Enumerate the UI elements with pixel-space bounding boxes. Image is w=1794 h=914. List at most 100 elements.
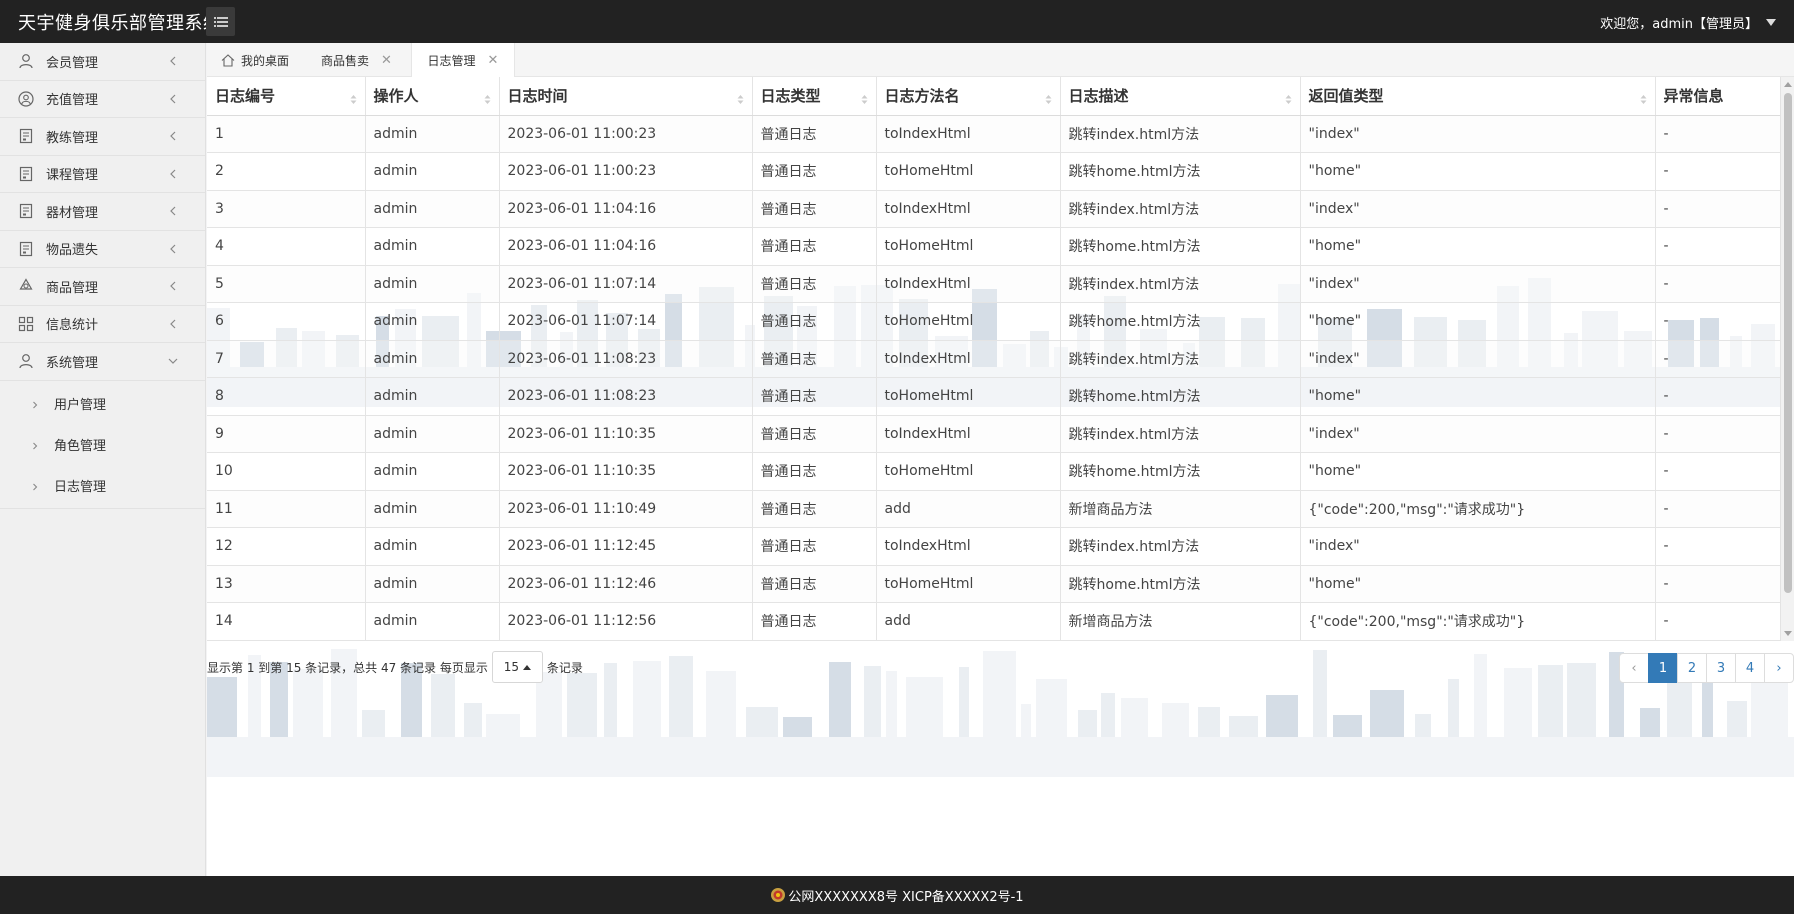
chevron-left-icon: [167, 318, 179, 330]
user-icon: [18, 53, 34, 69]
sort-icon[interactable]: [1640, 91, 1647, 104]
table-row[interactable]: 6 admin 2023-06-01 11:07:14 普通日志 toHomeHtml 跳…: [207, 302, 1781, 341]
chevron-left-icon: [167, 168, 179, 180]
column-header[interactable]: 操作人: [365, 77, 500, 116]
tab-log-management[interactable]: 日志管理 ✕: [411, 43, 515, 78]
table-cell: toIndexHtml: [876, 115, 1061, 153]
sidebar-item-9[interactable]: 系统管理: [0, 343, 205, 381]
column-header[interactable]: 日志时间: [499, 77, 753, 116]
table-row[interactable]: 13 admin 2023-06-01 11:12:46 普通日志 toHomeHtml…: [207, 565, 1781, 603]
user-menu[interactable]: 欢迎您，admin【管理员】: [1600, 13, 1776, 32]
hamburger-icon: [213, 16, 228, 27]
table-row[interactable]: 11 admin 2023-06-01 11:10:49 普通日志 add 新增商品方法{…: [207, 490, 1781, 528]
page-button-4[interactable]: 4: [1735, 653, 1765, 683]
chevron-right-icon: [30, 398, 40, 409]
table-cell: toHomeHtml: [876, 377, 1061, 416]
close-icon[interactable]: ✕: [488, 53, 499, 68]
sidebar-item-1[interactable]: 会员管理: [0, 43, 205, 81]
table-cell: "index": [1300, 415, 1656, 453]
table-cell: 跳转home.html方法: [1060, 377, 1301, 416]
table-cell: 普通日志: [752, 152, 877, 191]
table-cell: -: [1655, 302, 1781, 341]
footer-text: 公网XXXXXXX8号 XICP备XXXXX2号-1: [788, 889, 1024, 905]
table-row[interactable]: 8 admin 2023-06-01 11:08:23 普通日志 toHomeHtml 跳…: [207, 377, 1781, 416]
column-header[interactable]: 日志方法名: [876, 77, 1061, 116]
column-header-label: 日志描述: [1068, 87, 1129, 106]
page-button-1[interactable]: 1: [1648, 653, 1678, 683]
page-size-select[interactable]: 15: [491, 651, 543, 683]
table-cell: "home": [1300, 302, 1656, 341]
scroll-up-icon[interactable]: [1784, 82, 1792, 87]
sidebar-subitem-2[interactable]: 角色管理: [0, 424, 205, 465]
table-cell: 2023-06-01 11:08:23: [499, 340, 753, 378]
sidebar-item-3[interactable]: 教练管理: [0, 118, 205, 156]
table-cell: 跳转index.html方法: [1060, 190, 1301, 228]
table-row[interactable]: 14 admin 2023-06-01 11:12:56 普通日志 add 新增商品方法{…: [207, 602, 1781, 641]
scrollbar-thumb[interactable]: [1784, 93, 1792, 593]
column-header[interactable]: 日志编号: [207, 77, 366, 116]
sidebar-subitem-3[interactable]: 日志管理: [0, 465, 205, 506]
sidebar-item-4[interactable]: 课程管理: [0, 156, 205, 193]
sidebar-item-5[interactable]: 器材管理: [0, 193, 205, 231]
sidebar-subitem-label: 用户管理: [54, 397, 107, 413]
table-row[interactable]: 10 admin 2023-06-01 11:10:35 普通日志 toHomeHtml…: [207, 452, 1781, 491]
table-cell: -: [1655, 227, 1781, 266]
sidebar-item-6[interactable]: 物品遗失: [0, 231, 205, 268]
table-cell: admin: [365, 340, 500, 378]
table-cell: admin: [365, 527, 500, 566]
sidebar-item-8[interactable]: 信息统计: [0, 306, 205, 343]
close-icon[interactable]: ✕: [381, 53, 392, 68]
sort-icon[interactable]: [350, 91, 357, 104]
column-header[interactable]: 日志类型: [752, 77, 877, 116]
table-cell: -: [1655, 152, 1781, 191]
tab-my-desktop[interactable]: 我的桌面: [221, 43, 289, 77]
table-cell: -: [1655, 602, 1781, 641]
table-row[interactable]: 2 admin 2023-06-01 11:00:23 普通日志 toHomeHtml 跳…: [207, 152, 1781, 191]
sort-icon[interactable]: [1285, 91, 1292, 104]
sidebar-item-2[interactable]: 充值管理: [0, 81, 205, 118]
column-header[interactable]: 日志描述: [1060, 77, 1301, 116]
table-cell: toIndexHtml: [876, 190, 1061, 228]
sort-icon[interactable]: [484, 91, 491, 104]
page-button-2[interactable]: 2: [1677, 653, 1707, 683]
sidebar-item-7[interactable]: 商品管理: [0, 268, 205, 306]
tab-bar: 我的桌面 商品售卖 ✕ 日志管理 ✕: [207, 43, 1794, 78]
table-cell: -: [1655, 565, 1781, 603]
caret-down-icon: [1766, 19, 1776, 26]
page-prev-button[interactable]: ‹: [1619, 653, 1649, 683]
doc-icon: [18, 203, 34, 219]
table-row[interactable]: 4 admin 2023-06-01 11:04:16 普通日志 toHomeHtml 跳…: [207, 227, 1781, 266]
column-header[interactable]: 返回值类型: [1300, 77, 1656, 116]
vertical-scrollbar[interactable]: [1780, 77, 1794, 641]
table-cell: admin: [365, 565, 500, 603]
sort-icon[interactable]: [861, 91, 868, 104]
chevron-right-icon: [30, 439, 40, 450]
table-cell: -: [1655, 452, 1781, 491]
log-table: 日志编号 操作人 日志时间 日志类型 日志方法名 日志描述 返回值类型 异常信息 1 admin…: [207, 77, 1781, 641]
table-row[interactable]: 1 admin 2023-06-01 11:00:23 普通日志 toIndexHtml…: [207, 115, 1781, 153]
table-cell: 普通日志: [752, 227, 877, 266]
sort-icon[interactable]: [1045, 91, 1052, 104]
table-cell: "home": [1300, 377, 1656, 416]
scroll-down-icon[interactable]: [1784, 631, 1792, 636]
column-header[interactable]: 异常信息: [1655, 77, 1781, 116]
column-header-label: 日志编号: [215, 87, 276, 106]
table-cell: 9: [207, 415, 366, 453]
sidebar-item-label: 系统管理: [46, 355, 99, 371]
table-cell: admin: [365, 227, 500, 266]
tab-goods-sale[interactable]: 商品售卖 ✕: [321, 43, 392, 77]
sidebar-subitem-1[interactable]: 用户管理: [0, 383, 205, 424]
page-next-button[interactable]: ›: [1764, 653, 1794, 683]
table-cell: 13: [207, 565, 366, 603]
sort-icon[interactable]: [737, 91, 744, 104]
table-row[interactable]: 9 admin 2023-06-01 11:10:35 普通日志 toIndexHtml…: [207, 415, 1781, 453]
table-cell: 普通日志: [752, 190, 877, 228]
page-button-3[interactable]: 3: [1706, 653, 1736, 683]
menu-toggle-button[interactable]: [206, 7, 235, 36]
table-row[interactable]: 7 admin 2023-06-01 11:08:23 普通日志 toIndexHtml…: [207, 340, 1781, 378]
doc-icon: [18, 166, 34, 182]
table-row[interactable]: 12 admin 2023-06-01 11:12:45 普通日志 toIndexHtm…: [207, 527, 1781, 566]
table-row[interactable]: 5 admin 2023-06-01 11:07:14 普通日志 toIndexHtml…: [207, 265, 1781, 303]
table-cell: -: [1655, 490, 1781, 528]
table-row[interactable]: 3 admin 2023-06-01 11:04:16 普通日志 toIndexHtml…: [207, 190, 1781, 228]
